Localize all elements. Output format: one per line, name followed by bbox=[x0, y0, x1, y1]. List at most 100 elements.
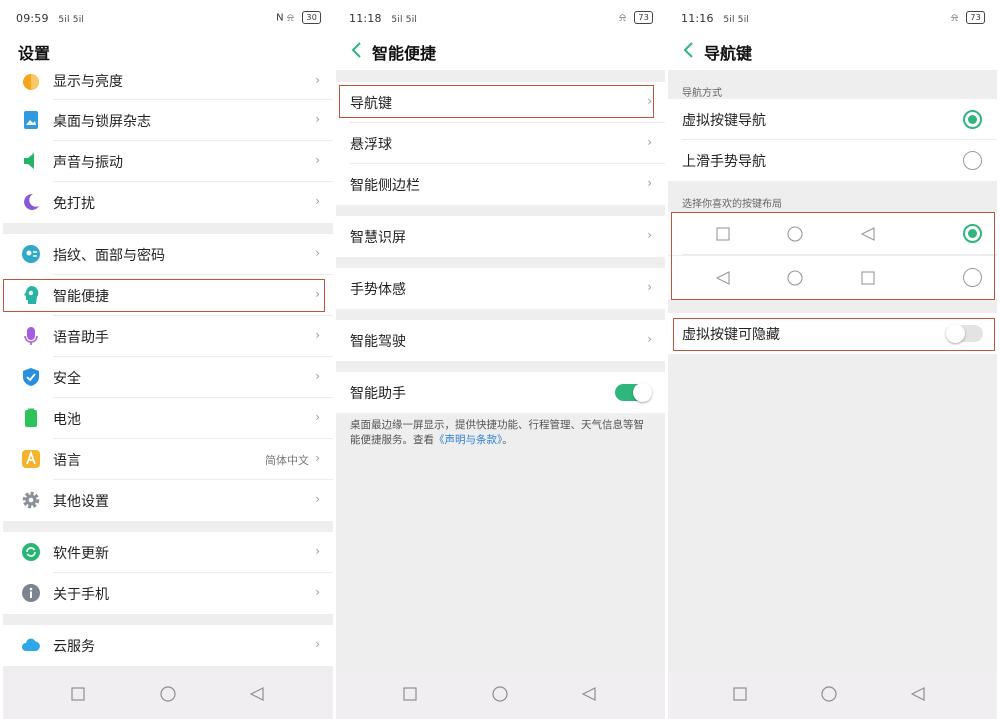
settings-item-battery[interactable]: 电池 › bbox=[3, 398, 333, 439]
chevron-right-icon: › bbox=[315, 194, 320, 208]
list-item-floating-ball[interactable]: 悬浮球 › bbox=[336, 123, 665, 164]
settings-item-update[interactable]: 软件更新 › bbox=[3, 532, 333, 573]
chevron-right-icon: › bbox=[315, 287, 320, 301]
settings-item-label: 桌面与锁屏杂志 bbox=[53, 114, 151, 130]
chevron-right-icon: › bbox=[647, 94, 652, 108]
smart-assist-icon bbox=[24, 285, 39, 304]
key-layout-option-1[interactable] bbox=[668, 212, 997, 255]
triangle-left-icon[interactable] bbox=[911, 687, 925, 701]
settings-item-about[interactable]: 关于手机 › bbox=[3, 573, 333, 614]
settings-item-other[interactable]: 其他设置 › bbox=[3, 480, 333, 521]
chevron-right-icon: › bbox=[315, 585, 320, 599]
smart-assist-panel: 11:18 5il 5il ⍾ 73 智能便捷 导航键 › 悬浮球 › 智能侧边… bbox=[336, 0, 665, 719]
system-nav-bar bbox=[3, 673, 333, 715]
settings-item-smart-assist[interactable]: 智能便捷 › bbox=[3, 275, 333, 316]
battery-indicator: 30 bbox=[302, 11, 321, 24]
wallpaper-icon bbox=[24, 111, 38, 129]
settings-item-wallpaper[interactable]: 桌面与锁屏杂志 › bbox=[3, 100, 333, 141]
status-time: 11:16 bbox=[681, 12, 714, 25]
hide-keys-toggle[interactable] bbox=[946, 324, 983, 343]
signal-icon: 5il 5il bbox=[723, 15, 750, 25]
hide-keys-label: 虚拟按键可隐藏 bbox=[682, 327, 780, 343]
key-layout-option-2[interactable] bbox=[668, 256, 997, 299]
gear-icon bbox=[22, 491, 40, 509]
smart-assistant-toggle[interactable] bbox=[615, 383, 652, 402]
status-right: ⍾ 73 bbox=[619, 11, 653, 24]
triangle-left-icon[interactable] bbox=[582, 687, 596, 701]
update-icon bbox=[22, 543, 40, 561]
language-value: 简体中文 bbox=[265, 454, 309, 467]
status-bar: 09:59 5il 5il N ⍾ 30 bbox=[3, 0, 333, 36]
settings-item-label: 显示与亮度 bbox=[53, 74, 123, 90]
chevron-right-icon: › bbox=[647, 176, 652, 190]
settings-item-sound[interactable]: 声音与振动 › bbox=[3, 141, 333, 182]
radio-unselected[interactable] bbox=[963, 151, 982, 170]
brightness-icon bbox=[23, 74, 39, 90]
page-title: 导航键 bbox=[704, 44, 753, 63]
sound-icon bbox=[24, 153, 34, 169]
alarm-icon: ⍾ bbox=[619, 12, 627, 24]
settings-item-language[interactable]: 语言 简体中文 › bbox=[3, 439, 333, 480]
radio-selected[interactable] bbox=[963, 110, 982, 129]
settings-item-label: 云服务 bbox=[53, 639, 95, 655]
triangle-left-icon bbox=[716, 271, 730, 285]
back-arrow-icon[interactable] bbox=[680, 40, 698, 60]
list-item-screen-recognition[interactable]: 智慧识屏 › bbox=[336, 216, 665, 257]
terms-link[interactable]: 《声明与条款》 bbox=[434, 434, 502, 446]
settings-item-label: 电池 bbox=[53, 412, 81, 428]
settings-panel: 09:59 5il 5il N ⍾ 30 设置 显示与亮度 › 桌面与锁屏杂志 … bbox=[3, 0, 333, 719]
settings-item-voice-assistant[interactable]: 语音助手 › bbox=[3, 316, 333, 357]
list-item-nav-keys[interactable]: 导航键 › bbox=[336, 82, 665, 123]
back-arrow-icon[interactable] bbox=[348, 40, 366, 60]
nav-mode-swipe-gestures[interactable]: 上滑手势导航 bbox=[668, 140, 997, 181]
settings-item-display[interactable]: 显示与亮度 › bbox=[3, 70, 333, 100]
moon-icon bbox=[24, 193, 39, 210]
circle-icon bbox=[787, 226, 803, 242]
list-item-label: 悬浮球 bbox=[350, 137, 392, 153]
square-icon bbox=[716, 227, 730, 241]
status-right: ⍾ 73 bbox=[951, 11, 985, 24]
list-item-label: 手势体感 bbox=[350, 282, 406, 298]
square-icon[interactable] bbox=[71, 687, 85, 701]
list-item-smart-sidebar[interactable]: 智能侧边栏 › bbox=[336, 164, 665, 205]
chevron-right-icon: › bbox=[315, 492, 320, 506]
smart-assistant-description: 桌面最边缘一屏显示，提供快捷功能、行程管理、天气信息等智能便捷服务。查看《声明与… bbox=[350, 418, 651, 448]
chevron-right-icon: › bbox=[647, 228, 652, 242]
settings-item-label: 语音助手 bbox=[53, 330, 109, 346]
settings-item-label: 指纹、面部与密码 bbox=[53, 248, 165, 264]
battery-indicator: 73 bbox=[634, 11, 653, 24]
nav-mode-label: 上滑手势导航 bbox=[682, 154, 766, 170]
hide-virtual-keys-row: 虚拟按键可隐藏 bbox=[668, 313, 997, 354]
settings-item-label: 其他设置 bbox=[53, 494, 109, 510]
list-item-label: 智能驾驶 bbox=[350, 334, 406, 350]
list-item-smart-driving[interactable]: 智能驾驶 › bbox=[336, 320, 665, 361]
circle-icon[interactable] bbox=[492, 686, 508, 702]
signal-icon: 5il 5il bbox=[58, 15, 85, 25]
square-icon bbox=[861, 271, 875, 285]
settings-item-dnd[interactable]: 免打扰 › bbox=[3, 182, 333, 223]
page-title-bar: 智能便捷 bbox=[336, 36, 665, 70]
triangle-left-icon[interactable] bbox=[250, 687, 264, 701]
fingerprint-icon bbox=[22, 245, 40, 263]
list-item-label: 智能侧边栏 bbox=[350, 178, 420, 194]
status-time: 11:18 bbox=[349, 12, 382, 25]
settings-item-security[interactable]: 安全 › bbox=[3, 357, 333, 398]
settings-item-cloud[interactable]: 云服务 › bbox=[3, 625, 333, 666]
section-label-nav-mode: 导航方式 bbox=[682, 88, 722, 99]
section-label-key-layout: 选择你喜欢的按键布局 bbox=[682, 199, 782, 210]
nav-mode-virtual-keys[interactable]: 虚拟按键导航 bbox=[668, 99, 997, 140]
square-icon[interactable] bbox=[733, 687, 747, 701]
settings-item-label: 语言 bbox=[53, 453, 81, 469]
settings-item-label: 安全 bbox=[53, 371, 81, 387]
chevron-right-icon: › bbox=[647, 332, 652, 346]
system-nav-bar bbox=[668, 673, 997, 715]
chevron-right-icon: › bbox=[315, 451, 320, 465]
radio-selected[interactable] bbox=[963, 224, 982, 243]
list-item-gestures[interactable]: 手势体感 › bbox=[336, 268, 665, 309]
radio-unselected[interactable] bbox=[963, 268, 982, 287]
square-icon[interactable] bbox=[403, 687, 417, 701]
nav-keys-panel: 11:16 5il 5il ⍾ 73 导航键 导航方式 虚拟按键导航 上滑手势导… bbox=[668, 0, 997, 719]
circle-icon[interactable] bbox=[821, 686, 837, 702]
settings-item-fingerprint[interactable]: 指纹、面部与密码 › bbox=[3, 234, 333, 275]
circle-icon[interactable] bbox=[160, 686, 176, 702]
